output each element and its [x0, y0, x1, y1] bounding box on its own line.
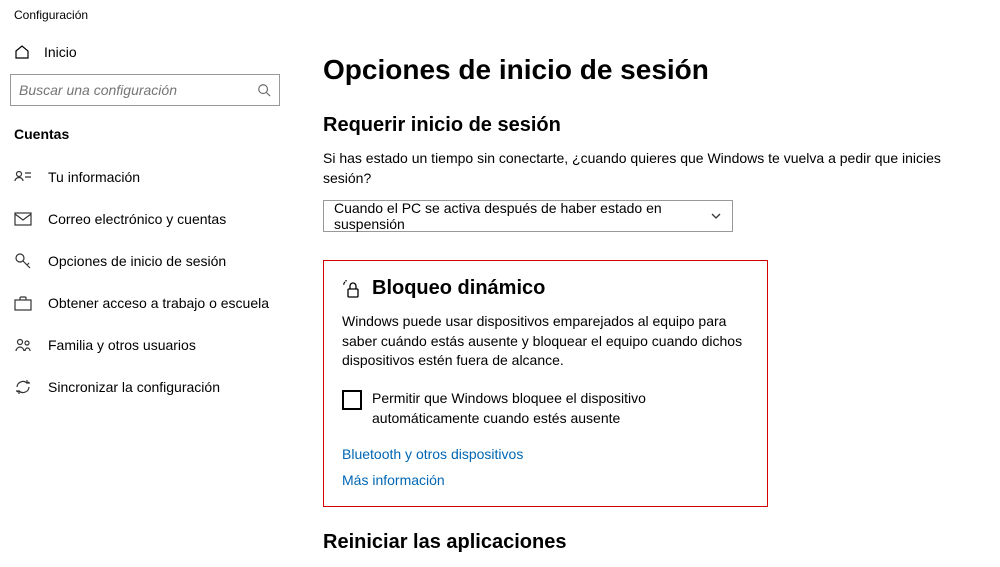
home-icon [14, 44, 30, 60]
dynamic-lock-icon [342, 279, 362, 299]
main-content: Opciones de inicio de sesión Requerir in… [295, 26, 1000, 567]
sidebar-item-family[interactable]: Familia y otros usuarios [0, 324, 295, 366]
sidebar-item-signin-options[interactable]: Opciones de inicio de sesión [0, 240, 295, 282]
sidebar-item-label: Opciones de inicio de sesión [48, 253, 226, 269]
sidebar-item-label: Obtener acceso a trabajo o escuela [48, 295, 269, 311]
sidebar-item-your-info[interactable]: Tu información [0, 156, 295, 198]
sidebar-item-work-school[interactable]: Obtener acceso a trabajo o escuela [0, 282, 295, 324]
sidebar-item-label: Familia y otros usuarios [48, 337, 196, 353]
search-field[interactable] [19, 82, 251, 98]
app-layout: Inicio Cuentas Tu información [0, 26, 1000, 567]
require-signin-heading: Requerir inicio de sesión [323, 114, 976, 137]
person-card-icon [14, 168, 32, 186]
dynamic-lock-checkbox[interactable]: Permitir que Windows bloquee el disposit… [342, 389, 749, 428]
sidebar-item-label: Sincronizar la configuración [48, 379, 220, 395]
window-title: Configuración [0, 0, 1000, 26]
search-input[interactable] [10, 74, 280, 106]
more-info-link[interactable]: Más información [342, 472, 749, 488]
checkbox-box[interactable] [342, 390, 362, 410]
require-signin-dropdown[interactable]: Cuando el PC se activa después de haber … [323, 200, 733, 232]
search-icon [257, 83, 271, 97]
mail-icon [14, 210, 32, 228]
sync-icon [14, 378, 32, 396]
search-wrap [0, 70, 295, 116]
sidebar: Inicio Cuentas Tu información [0, 26, 295, 567]
key-icon [14, 252, 32, 270]
dynamic-lock-desc: Windows puede usar dispositivos empareja… [342, 312, 749, 371]
restart-apps-heading: Reiniciar las aplicaciones [323, 531, 976, 554]
require-signin-desc: Si has estado un tiempo sin conectarte, … [323, 149, 943, 188]
checkbox-label: Permitir que Windows bloquee el disposit… [372, 389, 749, 428]
home-label: Inicio [44, 44, 77, 60]
dynamic-lock-section: Bloqueo dinámico Windows puede usar disp… [323, 260, 768, 507]
bluetooth-link[interactable]: Bluetooth y otros dispositivos [342, 446, 749, 462]
people-icon [14, 336, 32, 354]
sidebar-item-sync[interactable]: Sincronizar la configuración [0, 366, 295, 408]
sidebar-item-label: Tu información [48, 169, 140, 185]
home-button[interactable]: Inicio [0, 34, 295, 70]
dynamic-lock-heading-row: Bloqueo dinámico [342, 277, 749, 300]
dropdown-value: Cuando el PC se activa después de haber … [334, 200, 710, 232]
chevron-down-icon [710, 210, 722, 222]
dynamic-lock-heading: Bloqueo dinámico [372, 277, 545, 300]
category-heading: Cuentas [0, 116, 295, 156]
page-title: Opciones de inicio de sesión [323, 54, 976, 86]
sidebar-item-email[interactable]: Correo electrónico y cuentas [0, 198, 295, 240]
sidebar-item-label: Correo electrónico y cuentas [48, 211, 226, 227]
briefcase-icon [14, 294, 32, 312]
